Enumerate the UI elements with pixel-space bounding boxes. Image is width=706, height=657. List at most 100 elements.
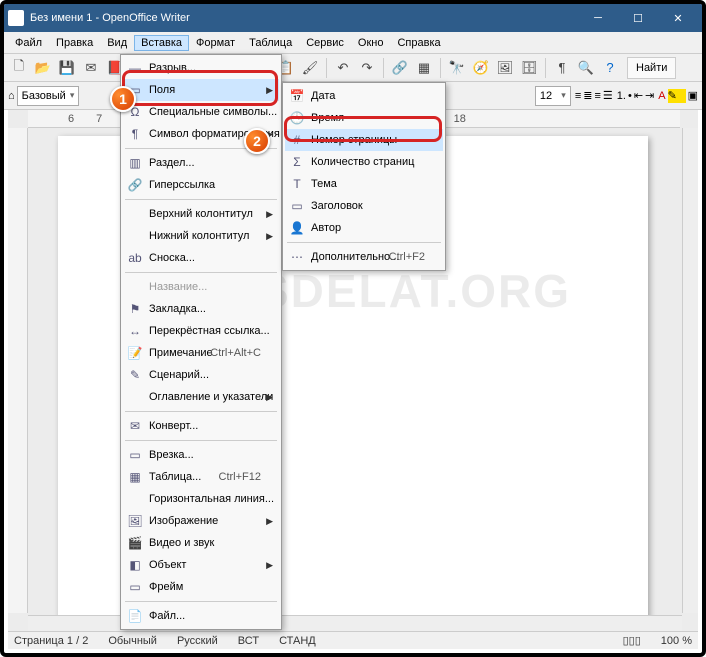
fontcolor-icon[interactable]: A (658, 90, 665, 102)
insert-item-1[interactable]: ▭Поля▶ (123, 79, 279, 101)
minimize-button[interactable]: ─ (578, 6, 618, 30)
indent-inc-icon[interactable]: ⇥ (645, 89, 654, 102)
close-button[interactable]: ✕ (658, 6, 698, 30)
insert-label-17: Оглавление и указатели (149, 391, 273, 403)
chevron-right-icon: ▶ (266, 392, 273, 403)
find-button[interactable]: Найти (627, 57, 676, 79)
fields-item-4[interactable]: TТема (285, 173, 443, 195)
link-icon[interactable]: 🔗 (389, 57, 411, 79)
nonprint-icon[interactable]: ¶ (551, 57, 573, 79)
align-right-icon[interactable]: ≡ (594, 90, 600, 102)
insert-item-15[interactable]: 📝ПримечаниеCtrl+Alt+C (123, 342, 279, 364)
fields-item-8[interactable]: ⋯Дополнительно...Ctrl+F2 (285, 246, 443, 268)
fields-item-6[interactable]: 👤Автор (285, 217, 443, 239)
insert-item-16[interactable]: ✎Сценарий... (123, 364, 279, 386)
chevron-right-icon: ▶ (266, 516, 273, 527)
zoom-icon[interactable]: 🔍 (575, 57, 597, 79)
fields-icon-8: ⋯ (289, 249, 305, 265)
insert-item-26[interactable]: ◧Объект▶ (123, 554, 279, 576)
bgcolor-icon[interactable]: ▣ (688, 89, 698, 102)
new-icon[interactable]: 🗋 (8, 57, 30, 79)
redo-icon[interactable]: ↷ (356, 57, 378, 79)
highlight-icon[interactable]: ✎ (668, 89, 686, 103)
help-icon[interactable]: ? (599, 57, 621, 79)
insert-item-9[interactable]: Нижний колонтитул▶ (123, 225, 279, 247)
menu-правка[interactable]: Правка (49, 35, 100, 51)
align-justify-icon[interactable]: ☰ (603, 89, 613, 102)
insert-item-5[interactable]: ▥Раздел... (123, 152, 279, 174)
fields-item-1[interactable]: 🕓 Время (285, 107, 443, 129)
insert-item-17[interactable]: Оглавление и указатели▶ (123, 386, 279, 408)
insert-label-22: Таблица... (149, 471, 201, 483)
insert-label-24: Изображение (149, 515, 218, 527)
list-num-icon[interactable]: 1. (617, 90, 626, 102)
fields-label-5: Заголовок (311, 200, 363, 212)
toolbar-main: 🗋 📂 💾 ✉ 📕 🖶 🔍 ✔ ✂ ⧉ 📋 🖌 ↶ ↷ 🔗 ▦ 🔭 🧭 🖼 🗄 … (4, 54, 702, 82)
maximize-button[interactable]: ☐ (618, 6, 658, 30)
titlebar: Без имени 1 - OpenOffice Writer ─ ☐ ✕ (4, 4, 702, 32)
fields-label-1: Время (311, 112, 344, 124)
menu-справка[interactable]: Справка (390, 35, 447, 51)
insert-item-8[interactable]: Верхний колонтитул▶ (123, 203, 279, 225)
insert-item-19[interactable]: ✉Конверт... (123, 415, 279, 437)
style-combo[interactable]: Базовый▾ (17, 86, 80, 106)
fields-item-0[interactable]: 📅Дата (285, 85, 443, 107)
insert-item-23[interactable]: Горизонтальная линия... (123, 488, 279, 510)
insert-item-10[interactable]: abСноска... (123, 247, 279, 269)
datasource-icon[interactable]: 🗄 (518, 57, 540, 79)
fields-item-5[interactable]: ▭Заголовок (285, 195, 443, 217)
insert-item-12: Название... (123, 276, 279, 298)
insert-label-27: Фрейм (149, 581, 183, 593)
menu-сервис[interactable]: Сервис (299, 35, 351, 51)
navigator-icon[interactable]: 🧭 (470, 57, 492, 79)
scrollbar-vertical[interactable] (682, 128, 698, 613)
insert-item-25[interactable]: 🎬Видео и звук (123, 532, 279, 554)
fontsize-combo[interactable]: 12▾ (535, 86, 571, 106)
menu-окно[interactable]: Окно (351, 35, 391, 51)
menu-файл[interactable]: Файл (8, 35, 49, 51)
insert-item-2[interactable]: ΩСпециальные символы... (123, 101, 279, 123)
insert-item-21[interactable]: ▭Врезка... (123, 444, 279, 466)
insert-item-6[interactable]: 🔗Гиперссылка (123, 174, 279, 196)
table-icon[interactable]: ▦ (413, 57, 435, 79)
brush-icon[interactable]: 🖌 (299, 57, 321, 79)
menu-вид[interactable]: Вид (100, 35, 134, 51)
open-icon[interactable]: 📂 (32, 57, 54, 79)
insert-item-24[interactable]: 🖼Изображение▶ (123, 510, 279, 532)
undo-icon[interactable]: ↶ (332, 57, 354, 79)
insert-item-22[interactable]: ▦Таблица...Ctrl+F12 (123, 466, 279, 488)
insert-icon-26: ◧ (127, 557, 143, 573)
fields-label-3: Количество страниц (311, 156, 414, 168)
align-left-icon[interactable]: ≡ (575, 90, 581, 102)
statusbar: Страница 1 / 2 Обычный Русский ВСТ СТАНД… (8, 631, 698, 649)
indent-dec-icon[interactable]: ⇤ (634, 89, 643, 102)
find-icon[interactable]: 🔭 (446, 57, 468, 79)
status-lang: Русский (177, 635, 218, 647)
insert-item-13[interactable]: ⚑Закладка... (123, 298, 279, 320)
menu-формат[interactable]: Формат (189, 35, 242, 51)
status-page: Страница 1 / 2 (14, 635, 88, 647)
mail-icon[interactable]: ✉ (80, 57, 102, 79)
menu-таблица[interactable]: Таблица (242, 35, 299, 51)
fields-item-2[interactable]: #Номер страницы (285, 129, 443, 151)
status-standard: СТАНД (279, 635, 316, 647)
insert-item-27[interactable]: ▭Фрейм (123, 576, 279, 598)
insert-label-23: Горизонтальная линия... (149, 493, 274, 505)
list-bul-icon[interactable]: • (628, 90, 632, 102)
fields-icon-4: T (289, 176, 305, 192)
insert-icon-19: ✉ (127, 418, 143, 434)
align-center-icon[interactable]: ≣ (583, 89, 592, 102)
fields-icon-1: 🕓 (289, 110, 305, 126)
save-icon[interactable]: 💾 (56, 57, 78, 79)
insert-item-0[interactable]: —Разрыв... (123, 57, 279, 79)
insert-item-29[interactable]: 📄Файл... (123, 605, 279, 627)
fields-item-3[interactable]: ΣКоличество страниц (285, 151, 443, 173)
insert-item-14[interactable]: ↔Перекрёстная ссылка... (123, 320, 279, 342)
styles-icon[interactable]: ⌂ (8, 90, 15, 102)
insert-label-26: Объект (149, 559, 186, 571)
insert-icon-21: ▭ (127, 447, 143, 463)
status-view-icons[interactable]: ▯▯▯ (623, 634, 641, 647)
menu-вставка[interactable]: Вставка (134, 35, 189, 51)
insert-label-0: Разрыв... (149, 62, 196, 74)
gallery-icon[interactable]: 🖼 (494, 57, 516, 79)
